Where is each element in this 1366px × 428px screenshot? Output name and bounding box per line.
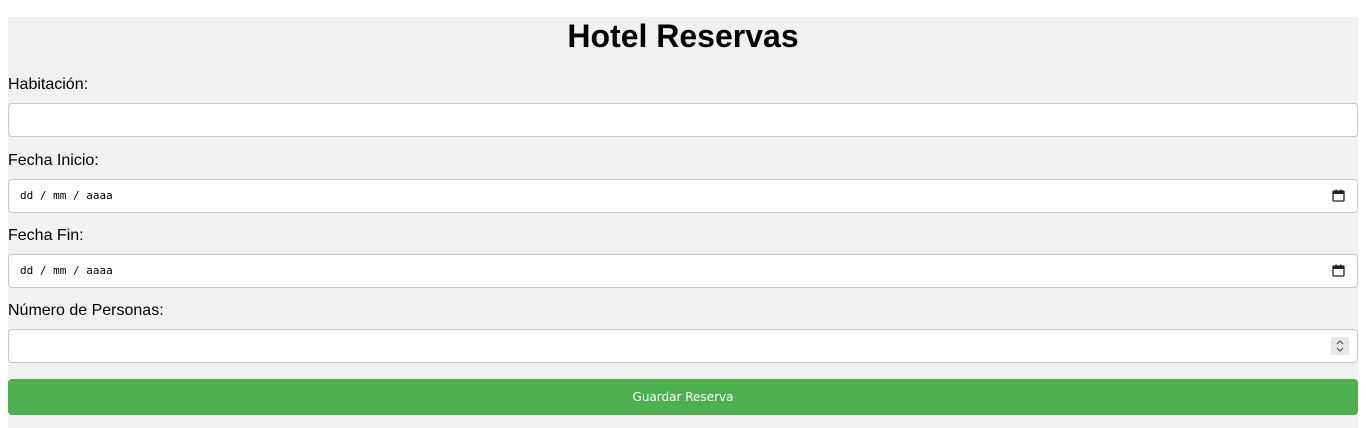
people-label: Número de Personas: bbox=[8, 302, 164, 319]
save-reservation-button[interactable]: Guardar Reserva bbox=[8, 379, 1358, 415]
room-input[interactable] bbox=[8, 103, 1358, 137]
start-date-value: dd / mm / aaaa bbox=[20, 189, 113, 202]
calendar-icon[interactable] bbox=[1332, 264, 1345, 277]
start-date-label: Fecha Inicio: bbox=[8, 152, 99, 169]
page-title: Hotel Reservas bbox=[567, 18, 799, 54]
end-date-value: dd / mm / aaaa bbox=[20, 264, 113, 277]
calendar-icon[interactable] bbox=[1332, 189, 1345, 202]
room-label: Habitación: bbox=[8, 76, 89, 93]
reservation-form-panel: Hotel Reservas Habitación: Fecha Inicio:… bbox=[8, 17, 1358, 428]
end-date-label: Fecha Fin: bbox=[8, 227, 84, 244]
spinner-icon[interactable] bbox=[1331, 337, 1349, 355]
end-date-input[interactable]: dd / mm / aaaa bbox=[8, 254, 1358, 288]
start-date-input[interactable]: dd / mm / aaaa bbox=[8, 179, 1358, 213]
people-input[interactable] bbox=[8, 329, 1358, 363]
